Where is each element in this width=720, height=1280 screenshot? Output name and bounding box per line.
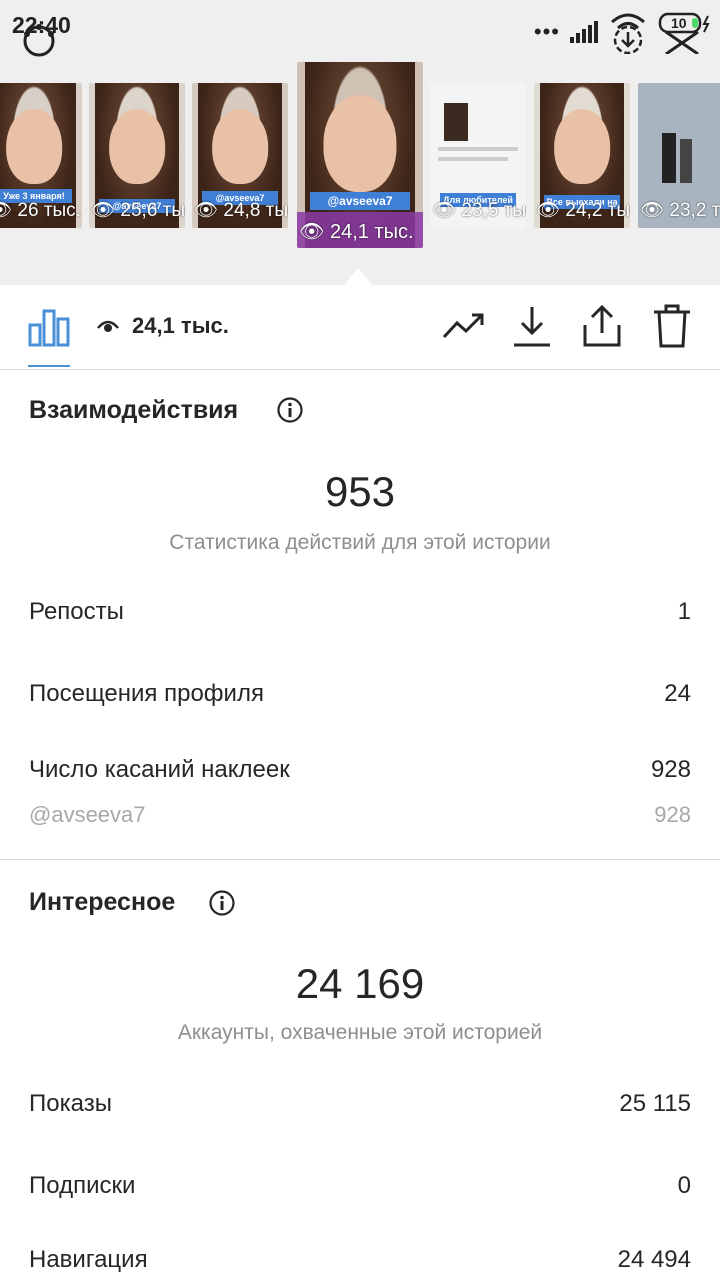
status-icons: ••• 10 xyxy=(534,10,712,54)
info-icon[interactable] xyxy=(277,397,303,423)
thumb-sticker: @avseeva7 xyxy=(309,192,411,210)
stat-row-reposts: Репосты 1 xyxy=(29,598,691,626)
thumb-face xyxy=(6,109,62,185)
discovery-total: 24 169 xyxy=(295,960,425,1007)
active-tab-underline xyxy=(28,365,70,367)
trend-icon[interactable] xyxy=(442,311,486,341)
story-thumb-5[interactable]: Для любителей 👁 23,5 тыс. xyxy=(430,83,526,228)
insights-toolbar: 24,1 тыс. xyxy=(0,285,720,370)
status-bar: 22:40 ••• 10 xyxy=(0,0,720,57)
thumb-views-value: 23,2 тыс. xyxy=(669,200,720,221)
stat-value: 0 xyxy=(677,1172,691,1199)
story-thumb-4-selected[interactable]: @avseeva7 👁 24,1 тыс. xyxy=(297,62,423,248)
stat-label: Подписки xyxy=(29,1172,136,1199)
discovery-title: Интересное xyxy=(29,888,176,916)
thumb-face xyxy=(212,109,268,185)
story-thumb-3[interactable]: @avseeva7 👁 24,8 тыс. xyxy=(192,83,288,228)
thumb-views: 👁 24,1 тыс. xyxy=(299,221,414,243)
stat-label: Навигация xyxy=(29,1246,148,1273)
battery-indicator: 10 xyxy=(658,10,712,54)
thumb-views-value: 23,5 тыс. xyxy=(461,200,526,221)
stat-row-impressions: Показы 25 115 xyxy=(29,1090,691,1118)
stat-value: 1 xyxy=(677,598,691,625)
bar-chart-icon[interactable] xyxy=(28,307,70,347)
story-thumbnails: Уже 3 января! 👁 26 тыс. @avseeva7 👁 25,6… xyxy=(0,62,720,257)
trash-icon[interactable] xyxy=(652,303,692,349)
stat-value: 24 494 xyxy=(617,1246,691,1273)
thumb-face xyxy=(323,95,397,193)
signal-icon xyxy=(570,21,598,43)
stat-label: @avseeva7 xyxy=(29,802,146,827)
stat-label: Посещения профиля xyxy=(29,680,264,707)
thumb-photo xyxy=(444,103,468,141)
thumb-views-value: 24,8 тыс. xyxy=(223,200,288,221)
stat-subrow-mention: @avseeva7 928 xyxy=(29,802,691,828)
interactions-caption: Статистика действий для этой истории xyxy=(169,531,551,554)
camera-ring-icon xyxy=(23,24,55,57)
stat-value: 25 115 xyxy=(619,1090,691,1117)
discovery-caption: Аккаунты, охваченные этой историей xyxy=(177,1021,543,1044)
thumb-face xyxy=(554,109,610,185)
stat-row-profile-visits: Посещения профиля 24 xyxy=(29,680,691,708)
thumb-views: 👁 24,2 тыс. xyxy=(536,198,630,222)
wifi-download-icon xyxy=(611,13,645,54)
info-icon[interactable] xyxy=(209,890,235,916)
download-icon[interactable] xyxy=(512,305,552,349)
thumb-views-value: 26 тыс. xyxy=(17,200,81,221)
share-icon[interactable] xyxy=(581,303,623,349)
thumb-views-value: 25,6 тыс. xyxy=(120,200,185,221)
stat-label: Число касаний наклеек xyxy=(29,756,290,783)
stat-row-sticker-taps: Число касаний наклеек 928 xyxy=(29,756,691,784)
dots-icon: ••• xyxy=(533,19,560,44)
stat-value: 928 xyxy=(650,756,691,783)
story-thumb-2[interactable]: @avseeva7 👁 25,6 тыс. xyxy=(89,83,185,228)
thumb-views-value: 24,1 тыс. xyxy=(329,221,414,243)
stat-row-follows: Подписки 0 xyxy=(29,1172,691,1200)
thumb-text-line xyxy=(438,147,518,151)
thumb-face xyxy=(109,109,165,185)
story-thumb-7[interactable]: 👁 23,2 тыс. xyxy=(638,83,720,228)
stat-label: Репосты xyxy=(29,598,124,625)
stat-value: 24 xyxy=(664,680,691,707)
stat-value: 928 xyxy=(654,802,691,827)
selected-story-caret xyxy=(344,268,372,285)
story-thumb-6[interactable]: Все выехали на 👁 24,2 тыс. xyxy=(534,83,630,228)
thumb-views: 👁 23,2 тыс. xyxy=(640,198,720,222)
battery-level: 10 xyxy=(671,15,687,31)
thumb-views: 👁 26 тыс. xyxy=(0,200,81,221)
interactions-total: 953 xyxy=(324,468,396,515)
thumb-photo xyxy=(662,133,676,183)
story-thumb-1[interactable]: Уже 3 января! 👁 26 тыс. xyxy=(0,83,82,228)
thumb-text-line xyxy=(438,157,508,161)
stat-label: Показы xyxy=(29,1090,112,1117)
interactions-title: Взаимодействия xyxy=(29,396,239,424)
eye-icon xyxy=(97,320,119,332)
section-divider xyxy=(0,859,720,860)
thumb-views: 👁 25,6 тыс. xyxy=(91,198,185,222)
story-strip-area: 22:40 ••• 10 Уже 3 января! 👁 26 тыс. @av… xyxy=(0,0,720,285)
thumb-views: 👁 24,8 тыс. xyxy=(194,198,288,222)
views-count: 24,1 тыс. xyxy=(132,313,229,338)
thumb-photo xyxy=(680,139,692,183)
thumb-views-value: 24,2 тыс. xyxy=(565,200,630,221)
thumb-views: 👁 23,5 тыс. xyxy=(432,198,526,222)
stat-row-navigation: Навигация 24 494 xyxy=(29,1246,691,1274)
